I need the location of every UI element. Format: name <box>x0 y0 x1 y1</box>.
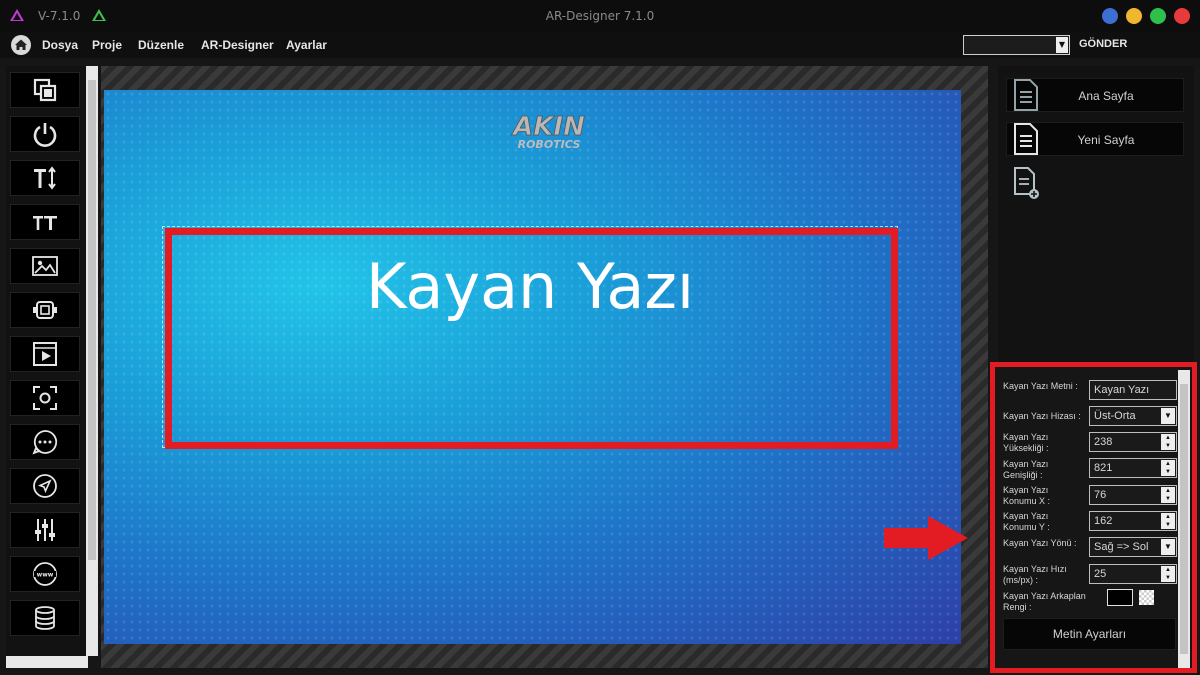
tool-sliders[interactable] <box>10 512 80 548</box>
font-size-icon <box>33 216 57 230</box>
tool-navigation[interactable] <box>10 468 80 504</box>
film-icon <box>33 342 57 366</box>
menu-ar-designer[interactable]: AR-Designer <box>201 38 274 52</box>
chevron-down-icon: ▼ <box>1056 37 1068 53</box>
toolbox-horizontal-scrollbar[interactable] <box>6 656 88 668</box>
power-icon <box>33 123 57 147</box>
scrollbar-thumb[interactable] <box>88 80 96 560</box>
screenshot-icon <box>33 386 57 410</box>
arrow-right-icon <box>884 516 968 560</box>
menu-proje[interactable]: Proje <box>92 38 122 52</box>
document-icon <box>1014 79 1038 111</box>
tool-font-size[interactable] <box>10 204 80 240</box>
port-select[interactable]: ▼ <box>963 35 1070 55</box>
menu-ayarlar[interactable]: Ayarlar <box>286 38 327 52</box>
chat-icon <box>32 430 58 455</box>
menu-dosya[interactable]: Dosya <box>42 38 78 52</box>
home-button[interactable] <box>11 35 31 55</box>
text-resize-icon <box>34 166 56 190</box>
toolbox-panel: www <box>6 66 98 656</box>
toolbox-scrollbar[interactable] <box>86 66 98 656</box>
maximize-button[interactable] <box>1150 8 1166 24</box>
home-icon <box>15 39 27 50</box>
menu-bar: Dosya Proje Düzenle AR-Designer Ayarlar … <box>0 32 1200 58</box>
document-icon <box>1014 123 1038 155</box>
navigation-icon <box>33 474 57 498</box>
database-icon <box>35 606 55 630</box>
minimize-button[interactable] <box>1102 8 1118 24</box>
restore-button[interactable] <box>1126 8 1142 24</box>
brand-bottom: ROBOTICS <box>518 138 581 151</box>
menu-duzenle[interactable]: Düzenle <box>138 38 184 52</box>
tool-screenshot[interactable] <box>10 380 80 416</box>
image-icon <box>32 256 58 276</box>
tool-database[interactable] <box>10 600 80 636</box>
sliders-icon <box>35 519 55 541</box>
layers-icon <box>33 78 57 102</box>
akin-robotics-logo: AKIN ROBOTICS <box>511 112 586 151</box>
add-page-icon[interactable] <box>1012 166 1040 200</box>
send-button[interactable]: GÖNDER <box>1079 38 1127 50</box>
highlight-properties-panel <box>990 362 1197 673</box>
tool-image[interactable] <box>10 248 80 284</box>
tool-video-camera[interactable] <box>10 292 80 328</box>
window-title: AR-Designer 7.1.0 <box>545 9 655 23</box>
video-camera-icon <box>33 301 57 319</box>
svg-text:www: www <box>37 572 54 579</box>
tool-web[interactable]: www <box>10 556 80 592</box>
tool-layers[interactable] <box>10 72 80 108</box>
highlight-marquee-box <box>165 228 898 449</box>
tool-text-resize[interactable] <box>10 160 80 196</box>
tool-power[interactable] <box>10 116 80 152</box>
web-icon: www <box>33 562 57 586</box>
tool-film[interactable] <box>10 336 80 372</box>
tool-chat[interactable] <box>10 424 80 460</box>
close-button[interactable] <box>1174 8 1190 24</box>
title-bar: V-7.1.0 AR-Designer 7.1.0 <box>0 0 1200 32</box>
